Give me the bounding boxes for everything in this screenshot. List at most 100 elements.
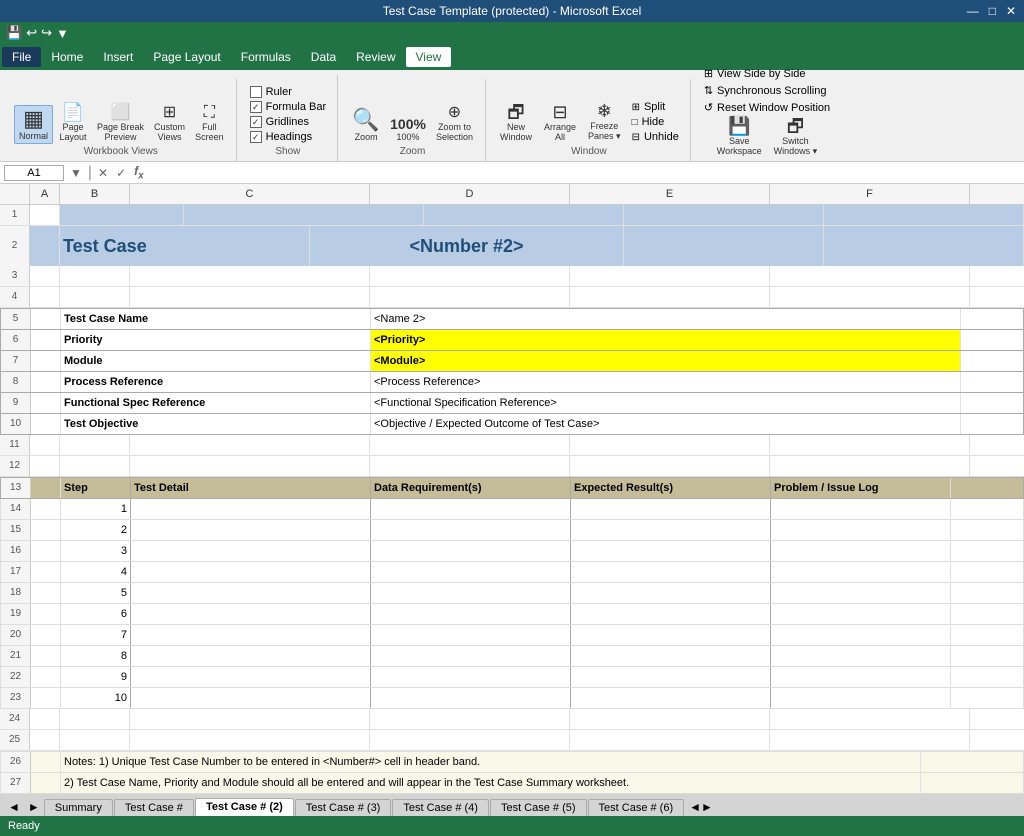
data-req-3[interactable] xyxy=(371,541,571,561)
cell-a6[interactable] xyxy=(31,330,61,350)
step-1[interactable]: 1 xyxy=(61,499,131,519)
menu-home[interactable]: Home xyxy=(41,47,93,67)
menu-data[interactable]: Data xyxy=(301,47,346,67)
cell-d24[interactable] xyxy=(370,709,570,729)
save-icon[interactable]: 💾 xyxy=(6,25,22,41)
save-workspace-button[interactable]: 💾 SaveWorkspace xyxy=(713,115,766,159)
cell-a3[interactable] xyxy=(30,266,60,286)
cell-a14[interactable] xyxy=(31,499,61,519)
expected-10[interactable] xyxy=(571,688,771,708)
priority-value[interactable]: <Priority> xyxy=(371,330,961,350)
cell-a25[interactable] xyxy=(30,730,60,750)
freeze-panes-button[interactable]: ❄ FreezePanes ▾ xyxy=(584,100,625,144)
step-10[interactable]: 10 xyxy=(61,688,131,708)
detail-9[interactable] xyxy=(131,667,371,687)
sheet-nav-left[interactable]: ◄ xyxy=(4,798,24,816)
cell-c1[interactable] xyxy=(184,205,424,225)
data-req-2[interactable] xyxy=(371,520,571,540)
sheet-tab-test-case-6[interactable]: Test Case # (6) xyxy=(588,799,685,816)
cell-f24[interactable] xyxy=(770,709,970,729)
detail-8[interactable] xyxy=(131,646,371,666)
detail-7[interactable] xyxy=(131,625,371,645)
menu-page-layout[interactable]: Page Layout xyxy=(143,47,230,67)
data-req-5[interactable] xyxy=(371,583,571,603)
expected-6[interactable] xyxy=(571,604,771,624)
cell-e4[interactable] xyxy=(570,287,770,307)
cell-a27[interactable] xyxy=(31,773,61,793)
cell-f4[interactable] xyxy=(770,287,970,307)
cell-a12[interactable] xyxy=(30,456,60,476)
cell-d1[interactable] xyxy=(424,205,624,225)
data-req-4[interactable] xyxy=(371,562,571,582)
cell-c12[interactable] xyxy=(130,456,370,476)
sheet-tab-test-case-4[interactable]: Test Case # (4) xyxy=(392,799,489,816)
sheet-tab-test-case-2[interactable]: Test Case # (2) xyxy=(195,798,294,816)
menu-review[interactable]: Review xyxy=(346,47,405,67)
sheet-nav-right[interactable]: ► xyxy=(24,798,44,816)
cell-d12[interactable] xyxy=(370,456,570,476)
step-7[interactable]: 7 xyxy=(61,625,131,645)
formula-bar-checkbox[interactable] xyxy=(250,101,262,113)
cell-a2[interactable] xyxy=(30,226,60,266)
zoom-selection-button[interactable]: ⊕ Zoom toSelection xyxy=(432,103,477,144)
expected-9[interactable] xyxy=(571,667,771,687)
cell-c25[interactable] xyxy=(130,730,370,750)
cell-e24[interactable] xyxy=(570,709,770,729)
cell-f2[interactable] xyxy=(824,226,1024,266)
problem-7[interactable] xyxy=(771,625,951,645)
test-case-name-value[interactable]: <Name 2> xyxy=(371,309,961,329)
unhide-button[interactable]: ⊟ Unhide xyxy=(629,130,682,144)
test-case-number-cell[interactable]: <Number #2> xyxy=(310,226,624,266)
window-controls[interactable]: — □ ✕ xyxy=(963,4,1020,18)
reset-window-button[interactable]: ↺ Reset Window Position xyxy=(701,100,833,115)
cell-b25[interactable] xyxy=(60,730,130,750)
col-header-f[interactable]: F xyxy=(770,184,970,204)
process-ref-label[interactable]: Process Reference xyxy=(61,372,371,392)
col-header-b[interactable]: B xyxy=(60,184,130,204)
cell-a15[interactable] xyxy=(31,520,61,540)
quick-access-toolbar[interactable]: 💾 ↩ ↪ ▼ xyxy=(0,22,1024,44)
problem-issue-header[interactable]: Problem / Issue Log xyxy=(771,478,951,498)
cell-a20[interactable] xyxy=(31,625,61,645)
cell-a26[interactable] xyxy=(31,752,61,772)
cell-e3[interactable] xyxy=(570,266,770,286)
sheet-nav-scroll[interactable]: ◄► xyxy=(685,798,717,816)
formula-input[interactable] xyxy=(150,167,1020,179)
problem-4[interactable] xyxy=(771,562,951,582)
sheet-tab-summary[interactable]: Summary xyxy=(44,799,113,816)
ruler-checkbox[interactable] xyxy=(250,86,262,98)
test-objective-label[interactable]: Test Objective xyxy=(61,414,371,434)
detail-3[interactable] xyxy=(131,541,371,561)
data-req-1[interactable] xyxy=(371,499,571,519)
cell-a19[interactable] xyxy=(31,604,61,624)
cell-a16[interactable] xyxy=(31,541,61,561)
custom-views-button[interactable]: ⊞ CustomViews xyxy=(150,103,189,144)
problem-5[interactable] xyxy=(771,583,951,603)
detail-4[interactable] xyxy=(131,562,371,582)
cell-reference-input[interactable] xyxy=(4,165,64,181)
cell-e11[interactable] xyxy=(570,435,770,455)
gridlines-checkbox[interactable] xyxy=(250,116,262,128)
zoom-button[interactable]: 🔍 Zoom xyxy=(348,107,384,144)
normal-view-button[interactable]: ▦ Normal xyxy=(14,105,53,144)
expected-3[interactable] xyxy=(571,541,771,561)
sheet-tab-test-case-3[interactable]: Test Case # (3) xyxy=(295,799,392,816)
module-value[interactable]: <Module> xyxy=(371,351,961,371)
formula-expand-icon[interactable]: ▼ xyxy=(68,166,84,180)
data-req-7[interactable] xyxy=(371,625,571,645)
menu-view[interactable]: View xyxy=(406,47,452,67)
problem-3[interactable] xyxy=(771,541,951,561)
cell-c11[interactable] xyxy=(130,435,370,455)
process-ref-value[interactable]: <Process Reference> xyxy=(371,372,961,392)
module-label[interactable]: Module xyxy=(61,351,371,371)
sheet-tab-test-case[interactable]: Test Case # xyxy=(114,799,194,816)
menu-file[interactable]: File xyxy=(2,47,41,67)
cell-f1[interactable] xyxy=(824,205,1024,225)
expected-8[interactable] xyxy=(571,646,771,666)
test-detail-header[interactable]: Test Detail xyxy=(131,478,371,498)
problem-2[interactable] xyxy=(771,520,951,540)
step-3[interactable]: 3 xyxy=(61,541,131,561)
cell-a21[interactable] xyxy=(31,646,61,666)
sync-scrolling-button[interactable]: ⇅ Synchronous Scrolling xyxy=(701,83,833,98)
cancel-formula-icon[interactable]: ✕ xyxy=(96,166,110,180)
